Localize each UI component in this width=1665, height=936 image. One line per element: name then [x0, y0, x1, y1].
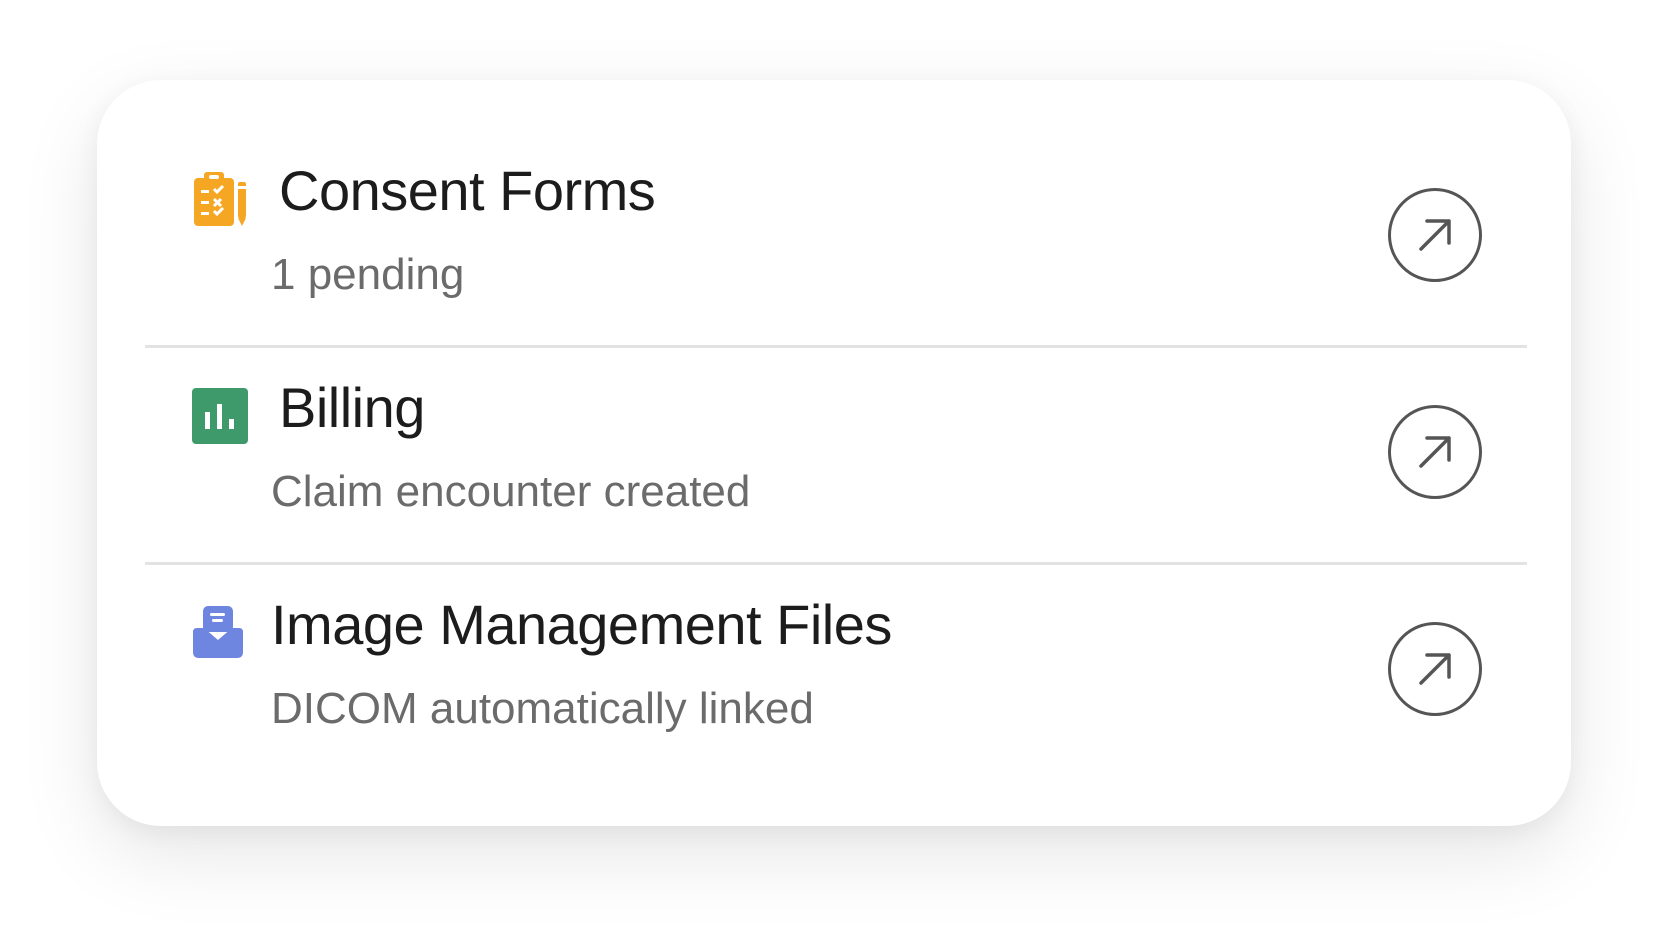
arrow-up-right-icon [1419, 219, 1451, 251]
item-title: Consent Forms [279, 159, 656, 222]
clipboard-checklist-icon [190, 168, 252, 230]
item-title: Image Management Files [271, 593, 892, 656]
inbox-tray-icon [190, 602, 252, 664]
stage: Consent Forms 1 pending Billing Claim en… [0, 0, 1665, 936]
item-title: Billing [279, 376, 425, 439]
item-subtitle: DICOM automatically linked [271, 684, 814, 733]
status-card: Consent Forms 1 pending Billing Claim en… [97, 80, 1571, 826]
list-item-image-management-files[interactable]: Image Management Files DICOM automatical… [145, 514, 1527, 733]
open-consent-forms-button[interactable] [1388, 188, 1482, 282]
list-item-billing[interactable]: Billing Claim encounter created [145, 297, 1527, 516]
open-billing-button[interactable] [1388, 405, 1482, 499]
arrow-up-right-icon [1419, 653, 1451, 685]
list-item-consent-forms[interactable]: Consent Forms 1 pending [145, 80, 1527, 299]
item-subtitle: Claim encounter created [271, 467, 751, 516]
arrow-up-right-icon [1419, 436, 1451, 468]
bar-chart-icon [190, 385, 252, 447]
open-image-management-files-button[interactable] [1388, 622, 1482, 716]
item-subtitle: 1 pending [271, 250, 465, 299]
